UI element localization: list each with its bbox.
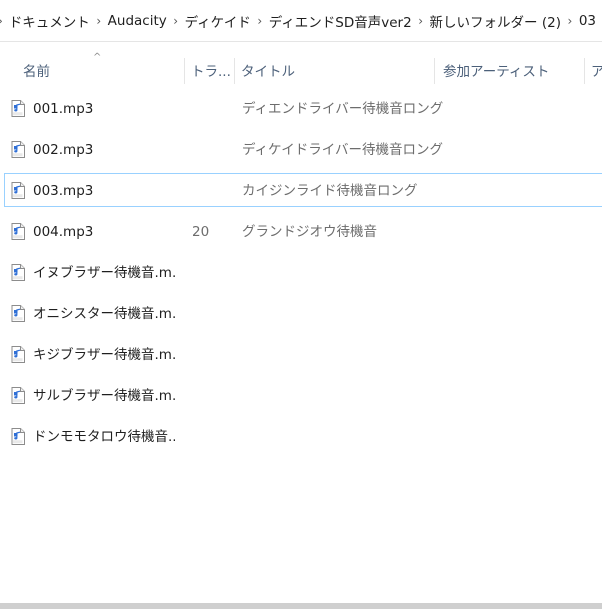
file-row[interactable]: オニシスター待機音.m... xyxy=(4,296,602,330)
file-row[interactable]: 004.mp3 20 グランドジオウ待機音 xyxy=(4,214,602,248)
column-divider[interactable] xyxy=(434,58,435,84)
column-header: ^ 名前 トラ... タイトル 参加アーティスト ア xyxy=(0,50,602,90)
file-name: 001.mp3 xyxy=(33,101,94,117)
column-title[interactable]: タイトル xyxy=(234,50,434,90)
file-row[interactable]: 003.mp3 カイジンライド待機音ロング xyxy=(4,173,602,207)
mp3-file-icon xyxy=(11,428,25,445)
file-row[interactable]: 002.mp3 ディケイドライバー待機音ロング xyxy=(4,132,602,166)
file-name: 004.mp3 xyxy=(33,224,94,240)
file-name: ドンモモタロウ待機音.... xyxy=(33,429,175,445)
file-explorer-pane: › ドキュメント › Audacity › ディケイド › ディエンドSD音声v… xyxy=(0,0,602,609)
file-track: 20 xyxy=(192,224,210,240)
mp3-file-icon xyxy=(11,223,25,240)
column-name[interactable]: 名前 xyxy=(16,50,184,90)
mp3-file-icon xyxy=(11,346,25,363)
horizontal-scrollbar[interactable] xyxy=(0,603,602,609)
file-name: キジブラザー待機音.m... xyxy=(33,347,175,363)
column-artist[interactable]: 参加アーティスト xyxy=(436,50,584,90)
file-row[interactable]: 001.mp3 ディエンドライバー待機音ロング xyxy=(4,91,602,125)
file-title: ディケイドライバー待機音ロング xyxy=(242,142,444,158)
file-title: ディエンドライバー待機音ロング xyxy=(242,101,444,117)
file-name: オニシスター待機音.m... xyxy=(33,306,175,322)
breadcrumb-item-new-folder[interactable]: 新しいフォルダー (2) xyxy=(424,7,567,35)
file-title: グランドジオウ待機音 xyxy=(242,224,377,240)
file-name: 003.mp3 xyxy=(33,183,94,199)
mp3-file-icon xyxy=(11,387,25,404)
file-row[interactable]: サルブラザー待機音.m... xyxy=(4,378,602,412)
mp3-file-icon xyxy=(11,141,25,158)
breadcrumb-item-documents[interactable]: ドキュメント xyxy=(3,7,96,35)
file-row[interactable]: ドンモモタロウ待機音.... xyxy=(4,419,602,453)
mp3-file-icon xyxy=(11,182,25,199)
column-track[interactable]: トラ... xyxy=(184,50,234,90)
file-name: 002.mp3 xyxy=(33,142,94,158)
breadcrumb: › ドキュメント › Audacity › ディケイド › ディエンドSD音声v… xyxy=(0,0,602,42)
breadcrumb-item-audacity[interactable]: Audacity xyxy=(102,7,173,35)
column-more[interactable]: ア xyxy=(584,50,602,90)
file-name: イヌブラザー待機音.m... xyxy=(33,265,175,281)
mp3-file-icon xyxy=(11,100,25,117)
mp3-file-icon xyxy=(11,264,25,281)
mp3-file-icon xyxy=(11,305,25,322)
breadcrumb-item-diend-sd[interactable]: ディエンドSD音声ver2 xyxy=(263,7,418,35)
file-row[interactable]: イヌブラザー待機音.m... xyxy=(4,255,602,289)
file-name: サルブラザー待機音.m... xyxy=(33,388,175,404)
breadcrumb-item-current[interactable]: 03 xyxy=(573,7,602,35)
file-title: カイジンライド待機音ロング xyxy=(242,183,418,199)
breadcrumb-item-decade[interactable]: ディケイド xyxy=(179,7,257,35)
file-row[interactable]: キジブラザー待機音.m... xyxy=(4,337,602,371)
